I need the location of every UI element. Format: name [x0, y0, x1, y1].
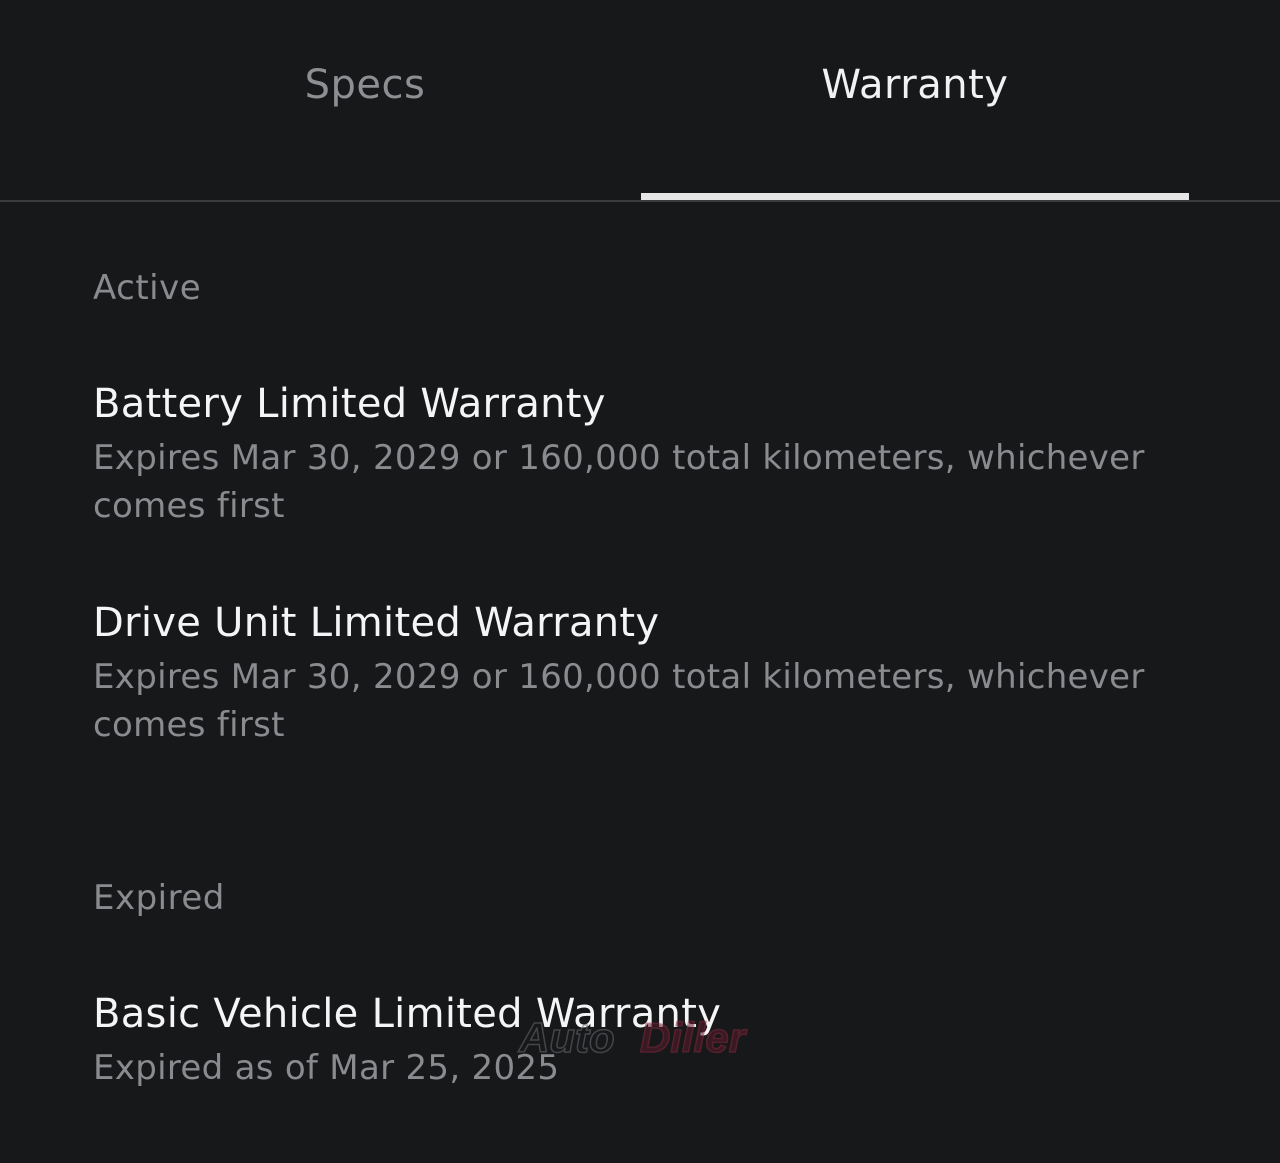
tab-warranty[interactable]: Warranty	[641, 0, 1189, 200]
warranty-item-description: Expires Mar 30, 2029 or 160,000 total ki…	[93, 438, 1145, 526]
warranty-item-drive-unit: Drive Unit Limited Warranty Expires Mar …	[93, 599, 1193, 749]
warranty-item-title: Drive Unit Limited Warranty	[93, 600, 660, 646]
active-tab-indicator	[641, 193, 1189, 200]
autodiller-watermark-logo: Auto Diller	[517, 1013, 748, 1062]
tab-bar: Specs Warranty	[0, 0, 1280, 202]
section-label-expired: Expired	[93, 878, 225, 918]
watermark-text-diller: Diller	[640, 1014, 748, 1061]
tab-specs[interactable]: Specs	[91, 0, 639, 200]
warranty-item-battery: Battery Limited Warranty Expires Mar 30,…	[93, 380, 1193, 530]
warranty-screen: Specs Warranty Active Battery Limited Wa…	[0, 0, 1280, 1163]
warranty-item-description: Expires Mar 30, 2029 or 160,000 total ki…	[93, 657, 1145, 745]
warranty-item-title: Battery Limited Warranty	[93, 381, 606, 427]
watermark-text-auto: Auto	[518, 1014, 615, 1061]
section-label-active: Active	[93, 268, 202, 308]
